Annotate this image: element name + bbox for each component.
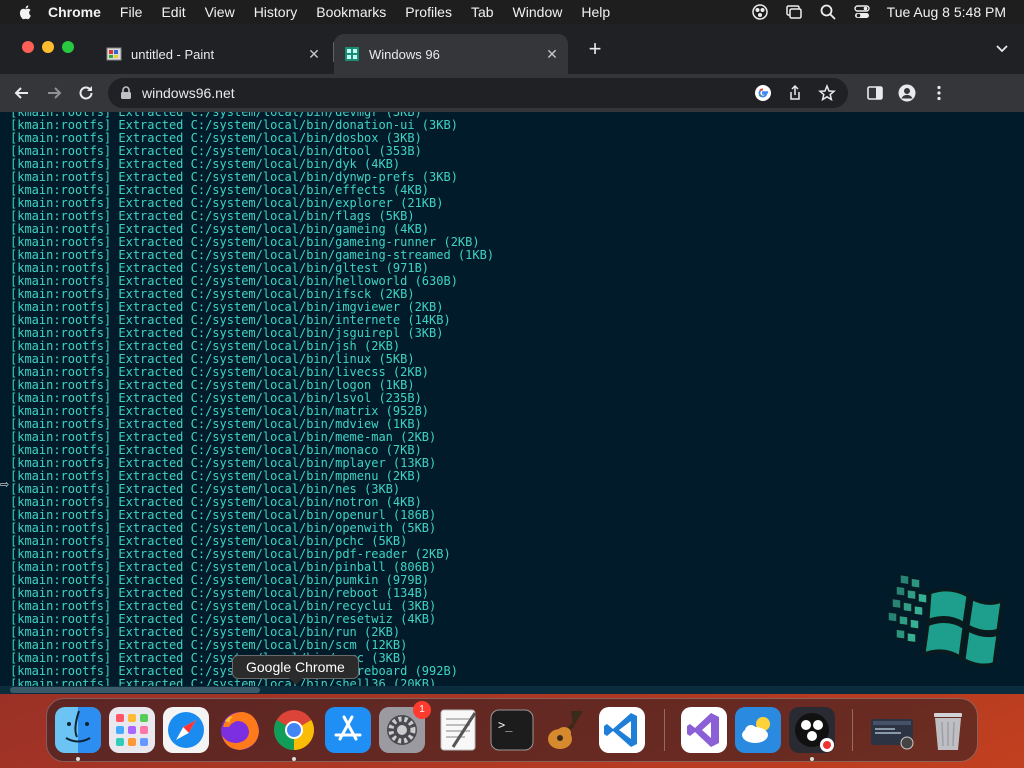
running-indicator [810,757,814,761]
firefox-icon[interactable] [217,707,263,753]
obs-status-icon[interactable] [751,3,769,21]
tab-windows96[interactable]: Windows 96 ✕ [334,34,568,74]
tab-strip: untitled - Paint ✕ Windows 96 ✕ + [0,24,1024,74]
address-bar-actions [754,78,836,108]
tab-title: Windows 96 [369,46,440,62]
running-indicator [76,757,80,761]
terminal-icon[interactable]: >_ [489,707,535,753]
menu-window[interactable]: Window [513,4,563,20]
mouse-cursor-icon: ⇨ [0,479,10,491]
scrollbar-thumb[interactable] [10,687,260,693]
windows96-logo-icon [887,574,1004,667]
reload-button[interactable] [76,83,96,103]
menu-app-name[interactable]: Chrome [48,4,101,20]
safari-icon[interactable] [163,707,209,753]
spotlight-search-icon[interactable] [819,3,837,21]
apple-icon[interactable] [18,4,34,20]
svg-text:>_: >_ [498,718,513,732]
notification-badge: 1 [413,701,431,719]
menu-help[interactable]: Help [581,4,610,20]
window-controls [22,41,74,53]
weather-icon[interactable] [735,707,781,753]
finder-icon[interactable] [55,707,101,753]
lock-icon[interactable] [120,86,132,100]
dock-separator [852,709,853,751]
paint-favicon-icon [106,47,122,61]
dock: 1 >_ [46,698,978,762]
trash-icon[interactable] [925,707,971,753]
page-viewport[interactable]: [kmain:rootfs] Extracted C:/system/local… [0,112,1024,694]
chrome-icon[interactable] [271,707,317,753]
close-window-button[interactable] [22,41,34,53]
boot-log: [kmain:rootfs] Extracted C:/system/local… [10,112,494,691]
garageband-icon[interactable] [543,707,589,753]
dock-tooltip-tail [289,678,303,685]
menu-tab[interactable]: Tab [471,4,494,20]
menu-extras: Tue Aug 8 5:48 PM [751,0,1006,24]
profile-icon[interactable] [898,84,916,102]
google-lens-icon[interactable] [754,84,772,102]
maximize-window-button[interactable] [62,41,74,53]
address-bar[interactable]: windows96.net [108,78,848,108]
screen-mirroring-icon[interactable] [785,3,803,21]
menu-bookmarks[interactable]: Bookmarks [316,4,386,20]
browser-toolbar: windows96.net [0,74,1024,112]
reload-icon [79,86,93,100]
back-button[interactable] [12,83,32,103]
menu-bar: Chrome File Edit View History Bookmarks … [0,0,1024,24]
horizontal-scrollbar[interactable] [0,686,1024,694]
obs-icon[interactable] [789,707,835,753]
menu-view[interactable]: View [205,4,235,20]
app-store-icon[interactable] [325,707,371,753]
visual-studio-icon[interactable] [681,707,727,753]
menu-clock[interactable]: Tue Aug 8 5:48 PM [887,4,1006,20]
menu-history[interactable]: History [254,4,298,20]
toolbar-actions [866,84,948,102]
bookmark-star-icon[interactable] [818,84,836,102]
vscode-icon[interactable] [599,707,645,753]
arrow-right-icon [48,87,62,99]
dock-separator [664,709,665,751]
launchpad-icon[interactable] [109,707,155,753]
dock-tooltip: Google Chrome [232,655,359,679]
chevron-down-icon[interactable] [994,40,1010,56]
url-text[interactable]: windows96.net [142,85,235,101]
tab-paint[interactable]: untitled - Paint ✕ [96,34,330,74]
more-menu-icon[interactable] [930,84,948,102]
tab-close-icon[interactable]: ✕ [306,46,322,62]
arrow-left-icon [14,87,28,99]
menu-profiles[interactable]: Profiles [405,4,452,20]
menu-file[interactable]: File [120,4,143,20]
minimize-window-button[interactable] [42,41,54,53]
forward-button[interactable] [44,83,64,103]
share-icon[interactable] [786,84,804,102]
textedit-icon[interactable] [435,707,481,753]
control-center-icon[interactable] [853,3,871,21]
menu-edit[interactable]: Edit [161,4,185,20]
recent-window-icon[interactable] [869,707,915,753]
chrome-window: untitled - Paint ✕ Windows 96 ✕ + window… [0,24,1024,694]
windows96-favicon-icon [345,47,359,61]
running-indicator [292,757,296,761]
side-panel-icon[interactable] [866,84,884,102]
system-settings-icon[interactable]: 1 [379,701,431,753]
new-tab-button[interactable]: + [584,36,606,61]
tab-title: untitled - Paint [131,46,215,62]
tab-close-icon[interactable]: ✕ [544,46,560,62]
